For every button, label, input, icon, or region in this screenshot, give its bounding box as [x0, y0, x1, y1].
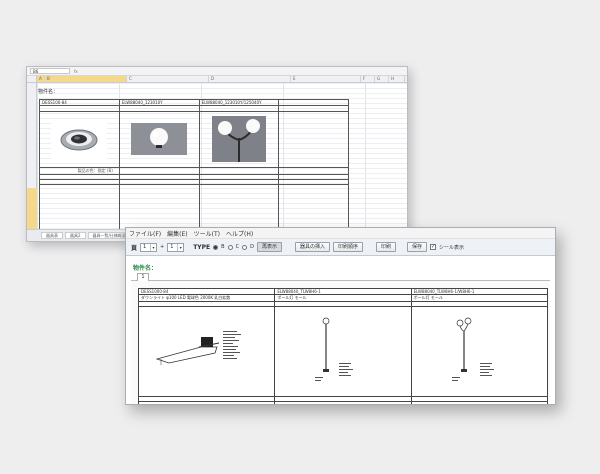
- print-button[interactable]: 印刷: [376, 242, 397, 252]
- selected-rows-strip: [27, 188, 37, 229]
- sheet-tab[interactable]: 器具表: [41, 232, 63, 239]
- layout-sheet-view[interactable]: DESS1000-84 ELW88040_TLW8H6-1 ELW88040_T…: [131, 281, 550, 404]
- formula-bar: B6 fx: [27, 67, 407, 76]
- fixture-drawing-cell[interactable]: [410, 306, 549, 397]
- layout-app-window: ファイル(F) 編集(E) ツール(T) ヘルプ(H) 頁 1 ▾ + 1 ▾ …: [125, 227, 556, 405]
- column-header-b[interactable]: B: [45, 76, 127, 82]
- pole-light-spec-drawing: [315, 317, 354, 381]
- fixture-table: DESS100-84 ELW88040_123010Y ELW88040_123…: [39, 99, 349, 233]
- print-order-button[interactable]: 印刷順序: [332, 242, 363, 252]
- select-all-corner[interactable]: [27, 76, 37, 82]
- spreadsheet-window: B6 fx A B C D E F G H 物件名： DESS100-84 EL…: [26, 66, 408, 242]
- sheet-tab[interactable]: 器具2: [65, 232, 86, 239]
- page-to-value: 1: [170, 243, 174, 250]
- fx-icon: fx: [74, 68, 78, 74]
- name-box[interactable]: B6: [30, 68, 70, 74]
- page-from-select[interactable]: 1 ▾: [140, 242, 158, 252]
- page-from-value: 1: [143, 243, 147, 250]
- downlight-spec-drawing: [155, 331, 241, 365]
- fixture-drawing-cell[interactable]: [137, 306, 276, 397]
- page-to-select[interactable]: 1 ▾: [167, 242, 185, 252]
- column-header-c[interactable]: C: [127, 76, 209, 82]
- chevron-down-icon: ▾: [177, 243, 183, 251]
- page-label: 頁: [131, 244, 138, 252]
- row-headers[interactable]: [27, 83, 37, 229]
- model-note[interactable]: 製品の色：指定 (B): [39, 167, 120, 175]
- menu-edit[interactable]: 編集(E): [167, 229, 187, 238]
- toolbar: 頁 1 ▾ + 1 ▾ TYPE B C D 再表示 器具の挿入 印刷順序 印刷…: [126, 239, 555, 256]
- column-header-g[interactable]: G: [375, 76, 389, 82]
- menu-bar: ファイル(F) 編集(E) ツール(T) ヘルプ(H): [126, 228, 555, 239]
- save-button[interactable]: 保存: [407, 242, 428, 252]
- product-image-cell[interactable]: [198, 111, 280, 168]
- column-header-h[interactable]: H: [389, 76, 405, 82]
- seal-display-checkbox[interactable]: ✓: [430, 244, 437, 250]
- type-c-label: C: [235, 244, 240, 250]
- empty-image-cell[interactable]: [278, 111, 349, 168]
- menu-help[interactable]: ヘルプ(H): [226, 229, 253, 238]
- fixture-drawing-cell[interactable]: [274, 306, 412, 397]
- menu-file[interactable]: ファイル(F): [129, 229, 161, 238]
- chevron-down-icon: ▾: [150, 243, 156, 251]
- sheet-title: 物件名：: [38, 89, 59, 95]
- type-c-radio[interactable]: [227, 244, 233, 250]
- page-tab-strip: 1: [131, 273, 550, 281]
- product-image-cell[interactable]: [39, 111, 120, 168]
- product-image-cell[interactable]: [118, 111, 200, 168]
- twin-globe-pole-photo: [212, 116, 267, 162]
- twin-pole-light-spec-drawing: [451, 317, 494, 381]
- seal-display-label: シール表示: [439, 244, 465, 251]
- column-headers: A B C D E F G H: [27, 76, 407, 83]
- page-plus: +: [160, 244, 165, 250]
- page-tab[interactable]: 1: [137, 273, 149, 281]
- column-header-d[interactable]: D: [209, 76, 291, 82]
- type-b-label: B: [221, 244, 225, 250]
- type-b-radio[interactable]: [213, 244, 219, 250]
- sheet-grid[interactable]: 物件名： DESS100-84 ELW88040_123010Y ELW8804…: [27, 83, 407, 233]
- layout-desc-cell[interactable]: ポール灯 モール: [410, 294, 549, 302]
- type-d-label: D: [250, 244, 254, 250]
- type-label: TYPE: [193, 243, 211, 251]
- recessed-downlight-photo: [51, 119, 108, 159]
- layout-table: DESS1000-84 ELW88040_TLW8H6-1 ELW88040_T…: [137, 288, 549, 404]
- column-header-e[interactable]: E: [291, 76, 361, 82]
- column-header-a[interactable]: A: [37, 76, 45, 82]
- project-name-label: 物件名：: [133, 265, 158, 272]
- column-header-f[interactable]: F: [361, 76, 375, 82]
- type-d-radio[interactable]: [242, 244, 248, 250]
- insert-fixture-button[interactable]: 器具の挿入: [294, 242, 330, 252]
- menu-tools[interactable]: ツール(T): [194, 229, 220, 238]
- globe-pendant-photo: [131, 123, 188, 155]
- layout-desc-cell[interactable]: ポール灯 モール: [274, 294, 412, 302]
- reload-button[interactable]: 再表示: [256, 242, 282, 252]
- layout-desc-cell[interactable]: ダウンライト φ100 LED 電球色 2000K 乳白拡散: [137, 294, 276, 302]
